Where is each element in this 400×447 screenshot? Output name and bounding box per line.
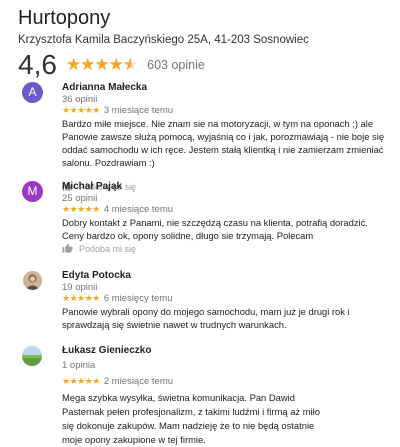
review-text: Mega szybka wysyłka, świetna komunikacja… bbox=[62, 392, 320, 445]
rating-summary: 4,6 ★★★★★ ★★★★★ 603 opinie bbox=[18, 48, 388, 82]
like-button[interactable]: Podoba mi się bbox=[62, 243, 136, 254]
review-stars: ★★★★★ bbox=[62, 105, 100, 115]
reviewer-name[interactable]: Edyta Potocka bbox=[62, 270, 131, 282]
business-header: Hurtopony Krzysztofa Kamila Baczyńskiego… bbox=[18, 6, 388, 82]
avatar[interactable] bbox=[22, 346, 42, 366]
avatar[interactable]: A bbox=[22, 82, 43, 103]
review-stars: ★★★★★ bbox=[62, 376, 100, 386]
avatar[interactable] bbox=[23, 271, 42, 290]
review-time: 3 miesiące temu bbox=[103, 105, 174, 116]
review-text: Panowie wybrali opony do mojego samochod… bbox=[62, 306, 350, 330]
review-time: 4 miesiące temu bbox=[103, 204, 174, 215]
review-time: 6 miesięcy temu bbox=[103, 293, 173, 304]
review-text: Bardzo miłe miejsce. Nie znam sie na mot… bbox=[62, 118, 385, 168]
reviewer-name[interactable]: Łukasz Gieniec​zko bbox=[62, 345, 151, 357]
review-count-link[interactable]: 603 opinie bbox=[147, 58, 205, 72]
like-label: Podoba mi się bbox=[79, 243, 137, 254]
avatar-photo-icon bbox=[23, 271, 42, 290]
review-stars: ★★★★★ bbox=[62, 293, 100, 303]
reviewer-name[interactable]: Michał Pająk bbox=[62, 181, 122, 193]
review-text: Dobry kontakt z Panami, nie szczędzą cza… bbox=[62, 217, 368, 241]
rating-score: 4,6 bbox=[18, 49, 57, 80]
thumbs-up-icon bbox=[62, 243, 73, 253]
review-stars: ★★★★★ bbox=[62, 204, 100, 214]
rating-stars: ★★★★★ ★★★★★ bbox=[65, 55, 138, 74]
review-time: 2 miesiące temu bbox=[103, 376, 174, 387]
business-address: Krzysztofa Kamila Baczyńskiego 25A, 41-2… bbox=[18, 34, 309, 46]
avatar-photo-icon bbox=[22, 346, 42, 366]
reviewer-review-count: 1 opinia bbox=[62, 360, 96, 371]
reviewer-name[interactable]: Adrianna Małecka bbox=[62, 82, 147, 94]
business-name: Hurtopony bbox=[18, 7, 111, 29]
avatar[interactable]: M bbox=[22, 181, 43, 202]
